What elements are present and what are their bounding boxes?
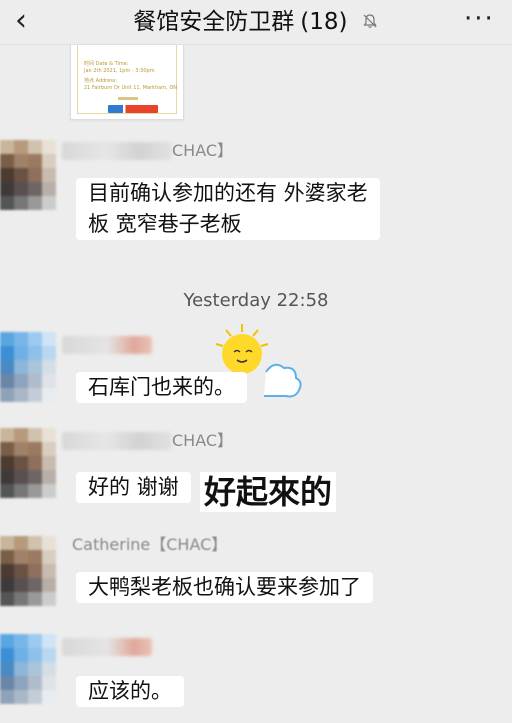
- avatar[interactable]: [0, 428, 56, 500]
- card-datetime-value: Jan 2th 2021, 1pm - 3:30pm: [84, 68, 155, 74]
- card-logo: [108, 105, 158, 113]
- message-text: 大鸭梨老板也确认要来参加了: [88, 575, 361, 599]
- sender-name-redacted: [62, 432, 172, 450]
- avatar[interactable]: [0, 634, 56, 706]
- sender-name: CHAC】: [172, 431, 234, 450]
- card-address-label: 地点 Address:: [84, 78, 118, 84]
- card-address-value: 21 Fairburn Dr Unit 11, Markham, ON: [84, 85, 178, 91]
- avatar[interactable]: [0, 536, 56, 608]
- message-text: 好的 谢谢: [88, 475, 179, 499]
- message-text: 应该的。: [88, 679, 172, 703]
- message-bubble[interactable]: 目前确认参加的还有 外婆家老 板 宽窄巷子老板: [76, 178, 380, 240]
- sticker-text-image[interactable]: 好起來的: [200, 472, 337, 512]
- avatar[interactable]: [0, 332, 56, 404]
- message-text: 目前确认参加的还有 外婆家老: [88, 181, 368, 205]
- message-bubble[interactable]: 好的 谢谢: [76, 472, 191, 503]
- avatar[interactable]: [0, 140, 56, 212]
- message-bubble[interactable]: 石库门也来的。: [76, 372, 247, 403]
- member-count: (18): [300, 9, 348, 35]
- message-text: 石库门也来的。: [88, 375, 235, 399]
- message-bubble[interactable]: 大鸭梨老板也确认要来参加了: [76, 572, 373, 603]
- card-divider: [118, 97, 138, 100]
- sender-name-redacted: [62, 336, 152, 354]
- mute-bell-icon: [363, 13, 377, 28]
- sender-name-redacted: [62, 142, 172, 160]
- card-datetime-label: 时间 Date & Time:: [84, 61, 129, 67]
- message-text: 板 宽窄巷子老板: [88, 212, 242, 236]
- group-name: 餐馆安全防卫群: [133, 9, 295, 35]
- sender-name-redacted: [62, 638, 152, 656]
- message-bubble[interactable]: 应该的。: [76, 676, 184, 707]
- more-options-icon[interactable]: ···: [464, 6, 498, 32]
- sender-name: Catherine【CHAC】: [72, 535, 228, 554]
- sender-name: CHAC】: [172, 141, 234, 160]
- timestamp: Yesterday 22:58: [183, 290, 329, 311]
- chat-title: 餐馆安全防卫群 (18): [0, 0, 512, 44]
- chat-header: ‹ 餐馆安全防卫群 (18) ···: [0, 0, 512, 45]
